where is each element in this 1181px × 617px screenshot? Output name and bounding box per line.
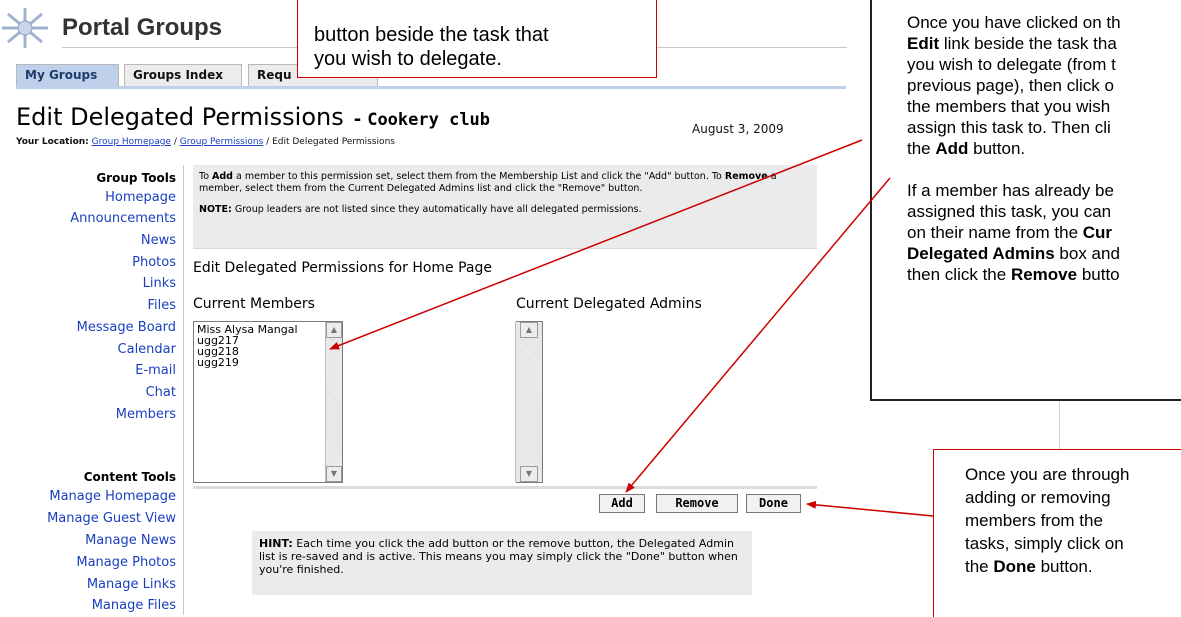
sidebar-item-email[interactable]: E-mail	[135, 363, 176, 378]
hint-text: Each time you click the add button or th…	[259, 537, 738, 576]
member-option[interactable]: ugg219	[197, 357, 342, 368]
callout-line: members from the	[965, 511, 1103, 530]
sidebar-item-homepage[interactable]: Homepage	[105, 190, 176, 205]
sidebar-item-links[interactable]: Links	[143, 276, 176, 291]
instructions-panel: To Add a member to this permission set, …	[193, 165, 817, 249]
arrow-to-done-button-icon	[806, 500, 934, 517]
group-tools-heading: Group Tools	[96, 171, 176, 185]
button-bar-divider	[193, 486, 817, 489]
content-tools-heading: Content Tools	[83, 470, 176, 484]
hint-label: HINT:	[259, 537, 293, 550]
admins-scrollbar[interactable]: ▲ ▼	[515, 322, 542, 482]
add-button[interactable]: Add	[599, 494, 645, 513]
callout-line: button beside the task that	[314, 24, 549, 46]
callout-line: tasks, simply click on	[965, 534, 1124, 553]
members-scrollbar[interactable]: ▲ ▼	[325, 322, 342, 482]
callout-paragraph-remove: If a member has already be assigned this…	[907, 181, 1120, 284]
delegated-admins-listbox[interactable]: ▲ ▼	[515, 321, 543, 483]
title-separator: -	[353, 109, 362, 130]
sidebar-item-message-board[interactable]: Message Board	[77, 320, 176, 335]
sidebar-item-news[interactable]: News	[141, 233, 176, 248]
done-button[interactable]: Done	[746, 494, 801, 513]
tab-underline	[16, 86, 846, 89]
bottom-callout: Once you are through adding or removing …	[933, 449, 1181, 617]
sidebar-item-manage-files[interactable]: Manage Files	[92, 598, 176, 613]
sidebar-item-members[interactable]: Members	[116, 407, 176, 422]
sidebar-item-files[interactable]: Files	[147, 298, 176, 313]
breadcrumb-current: Edit Delegated Permissions	[272, 137, 395, 147]
callout-line: Once you are through	[965, 465, 1130, 484]
breadcrumb-group-homepage[interactable]: Group Homepage	[92, 137, 171, 147]
page-date: August 3, 2009	[692, 122, 784, 136]
remove-button[interactable]: Remove	[656, 494, 738, 513]
current-members-label: Current Members	[193, 296, 315, 312]
callout-line: adding or removing	[965, 488, 1111, 507]
sidebar-item-manage-homepage[interactable]: Manage Homepage	[49, 489, 176, 504]
breadcrumb-separator: /	[173, 137, 177, 147]
portal-title: Portal Groups	[62, 14, 223, 41]
page-title-text: Edit Delegated Permissions	[16, 103, 344, 131]
breadcrumb-group-permissions[interactable]: Group Permissions	[180, 137, 264, 147]
sidebar-item-chat[interactable]: Chat	[146, 385, 176, 400]
current-members-listbox[interactable]: Miss Alysa Mangal ugg217 ugg218 ugg219 ▲…	[193, 321, 343, 483]
right-callout: Once you have clicked on th Edit link be…	[870, 0, 1181, 401]
sidebar-item-manage-links[interactable]: Manage Links	[87, 577, 176, 592]
current-admins-label: Current Delegated Admins	[516, 296, 702, 312]
top-callout: button beside the task that you wish to …	[297, 0, 657, 78]
page-title: Edit Delegated Permissions - Cookery club	[16, 103, 490, 131]
note-text: NOTE: Group leaders are not listed since…	[199, 204, 642, 215]
sidebar-item-manage-guest-view[interactable]: Manage Guest View	[47, 511, 176, 526]
breadcrumb-separator: /	[266, 137, 270, 147]
callout-line: you wish to delegate.	[314, 48, 502, 70]
scroll-up-arrow-icon[interactable]: ▲	[520, 322, 538, 338]
tab-my-groups[interactable]: My Groups	[16, 64, 119, 86]
callout-line: the Done button.	[965, 557, 1093, 576]
callout-paragraph-add: Once you have clicked on th Edit link be…	[907, 13, 1121, 158]
sidebar-item-announcements[interactable]: Announcements	[70, 211, 176, 226]
breadcrumb: Your Location: Group Homepage / Group Pe…	[16, 137, 395, 147]
callout-connector	[1059, 401, 1060, 449]
breadcrumb-label: Your Location:	[16, 137, 89, 147]
instructions-text: To Add a member to this permission set, …	[199, 171, 777, 194]
permission-heading: Edit Delegated Permissions for Home Page	[193, 260, 493, 276]
tab-groups-index[interactable]: Groups Index	[124, 64, 242, 86]
scroll-up-arrow-icon[interactable]: ▲	[326, 322, 342, 338]
sidebar-divider	[183, 165, 184, 615]
scroll-down-arrow-icon[interactable]: ▼	[520, 466, 538, 482]
portal-logo-icon	[2, 8, 48, 48]
group-name: Cookery club	[367, 110, 491, 130]
sidebar-item-calendar[interactable]: Calendar	[118, 342, 176, 357]
hint-panel: HINT: Each time you click the add button…	[252, 531, 752, 595]
sidebar-item-photos[interactable]: Photos	[132, 255, 176, 270]
sidebar-item-manage-news[interactable]: Manage News	[85, 533, 176, 548]
sidebar-item-manage-photos[interactable]: Manage Photos	[76, 555, 176, 570]
scroll-down-arrow-icon[interactable]: ▼	[326, 466, 342, 482]
